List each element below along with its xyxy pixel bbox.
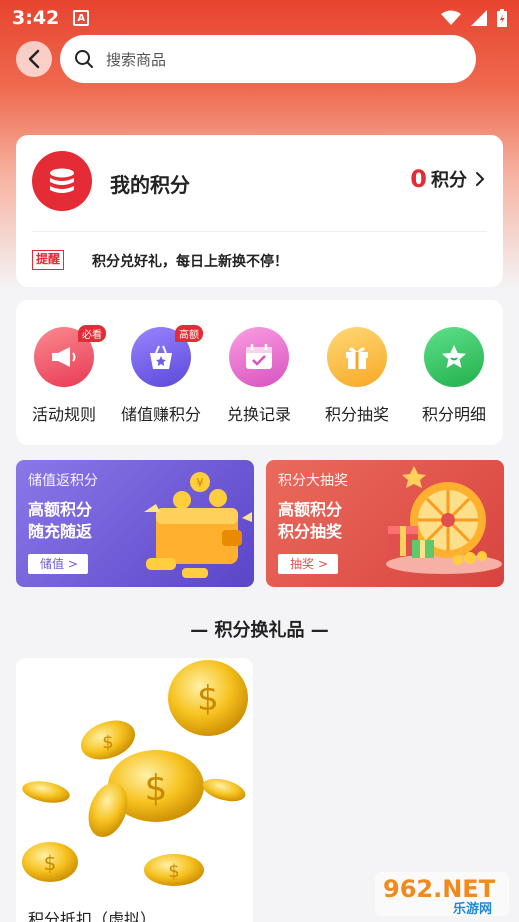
lottery-button[interactable]: 抽奖 > bbox=[278, 554, 338, 574]
watermark-logo: 962.NET 乐游网 bbox=[375, 872, 509, 917]
points-unit: 积分 bbox=[431, 170, 467, 191]
menu-item-label: 积分抽奖 bbox=[324, 405, 389, 424]
svg-text:$: $ bbox=[44, 851, 57, 875]
wallet-coins-illustration: ¥ bbox=[144, 472, 252, 578]
menu-card: 必看 活动规则 高额 储值赚积分 兑换记录 积分抽奖 积分明细 bbox=[16, 300, 503, 445]
points-value: 0 bbox=[410, 165, 427, 193]
points-title: 我的积分 bbox=[110, 173, 190, 197]
promo-lottery-banner[interactable]: 积分大抽奖 高额积分 积分抽奖 抽奖 > bbox=[266, 460, 504, 587]
coins-icon bbox=[32, 151, 92, 211]
menu-item-activity-rules[interactable]: 必看 活动规则 bbox=[16, 325, 112, 425]
menu-item-points-details[interactable]: 积分明细 bbox=[406, 327, 502, 425]
menu-badge: 必看 bbox=[78, 325, 106, 342]
megaphone-icon: 必看 bbox=[34, 325, 106, 387]
divider bbox=[32, 231, 487, 232]
watermark-brand: 962.NET bbox=[383, 875, 496, 903]
menu-item-topup-points[interactable]: 高额 储值赚积分 bbox=[113, 325, 209, 425]
gift-name: 积分抵扣（虚拟） bbox=[28, 910, 157, 922]
menu-item-label: 积分明细 bbox=[421, 405, 486, 424]
promo-line: 高额积分 bbox=[28, 500, 93, 519]
svg-text:$: $ bbox=[168, 861, 179, 882]
app-notification-icon: A bbox=[73, 10, 90, 26]
shopping-bag-star-icon: 高额 bbox=[131, 325, 203, 387]
back-button[interactable] bbox=[16, 41, 52, 77]
menu-item-points-lottery[interactable]: 积分抽奖 bbox=[309, 327, 405, 425]
status-bar: 3:42 A bbox=[0, 0, 519, 36]
prize-wheel-illustration bbox=[386, 466, 502, 574]
svg-text:$: $ bbox=[102, 732, 113, 753]
chevron-left-icon bbox=[28, 49, 40, 69]
wifi-icon bbox=[441, 10, 461, 25]
menu-item-label: 储值赚积分 bbox=[120, 405, 201, 424]
promo-topup-banner[interactable]: ¥ 储值返积分 高额积分 随充随返 储值 > bbox=[16, 460, 254, 587]
top-bar: 搜索商品 bbox=[0, 35, 519, 83]
star-icon bbox=[424, 327, 484, 387]
calendar-check-icon bbox=[229, 327, 289, 387]
promo-line: 高额积分 bbox=[278, 500, 343, 519]
menu-item-label: 兑换记录 bbox=[226, 405, 291, 424]
status-time: 3:42 bbox=[12, 7, 60, 29]
chevron-right-icon bbox=[476, 172, 485, 186]
menu-item-label: 活动规则 bbox=[31, 405, 96, 424]
topup-button[interactable]: 储值 > bbox=[28, 554, 88, 574]
promo-title: 储值返积分 bbox=[28, 473, 98, 489]
gift-card[interactable]: $ $ $ $ $ 积分抵扣（虚拟） bbox=[16, 658, 253, 922]
gold-coins-image: $ $ $ $ $ bbox=[22, 660, 248, 886]
gift-icon bbox=[327, 327, 387, 387]
remind-text: 积分兑好礼，每日上新换不停！ bbox=[92, 254, 288, 270]
search-placeholder: 搜索商品 bbox=[106, 50, 167, 69]
search-input[interactable]: 搜索商品 bbox=[60, 35, 476, 83]
my-points-card[interactable]: 我的积分 0 积分 提醒 积分兑好礼，每日上新换不停！ bbox=[16, 135, 503, 287]
menu-badge: 高额 bbox=[175, 325, 203, 342]
status-icons bbox=[441, 9, 507, 27]
promo-line: 随充随返 bbox=[28, 522, 93, 541]
svg-text:$: $ bbox=[145, 768, 168, 809]
watermark-site: 乐游网 bbox=[453, 901, 492, 917]
battery-icon bbox=[497, 9, 507, 27]
promo-title: 积分大抽奖 bbox=[278, 473, 348, 489]
points-balance[interactable]: 0 积分 bbox=[410, 165, 485, 193]
signal-icon bbox=[471, 10, 487, 26]
remind-tag: 提醒 bbox=[32, 250, 65, 270]
svg-text:$: $ bbox=[197, 679, 219, 719]
section-title: — 积分换礼品 — bbox=[190, 620, 329, 641]
search-icon bbox=[75, 50, 93, 68]
svg-text:¥: ¥ bbox=[196, 476, 204, 490]
promo-line: 积分抽奖 bbox=[278, 522, 343, 541]
menu-item-exchange-records[interactable]: 兑换记录 bbox=[211, 327, 307, 425]
